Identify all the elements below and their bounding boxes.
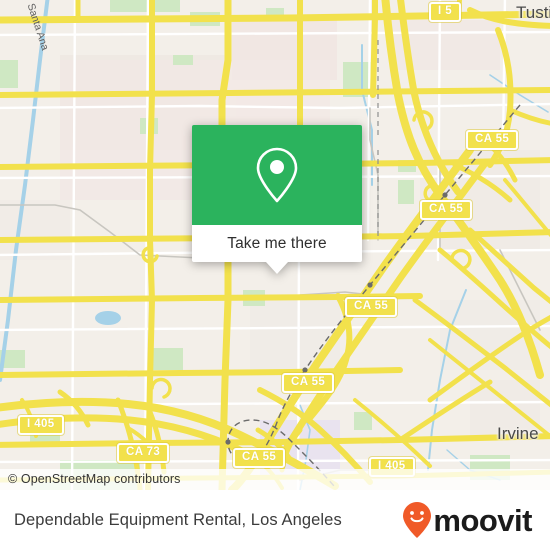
take-me-there-label: Take me there xyxy=(227,234,327,252)
highway-shield-ca55-e[interactable]: CA 55 xyxy=(420,200,473,220)
highway-shield-ca55-sw[interactable]: CA 55 xyxy=(233,448,286,468)
popup-image-panel xyxy=(192,125,362,225)
highway-shield-ca55-c[interactable]: CA 55 xyxy=(345,297,398,317)
map-canvas[interactable]: .rd-major { stroke:#f2e14c; stroke-linec… xyxy=(0,0,550,490)
moovit-brand[interactable]: moovit xyxy=(402,501,532,539)
highway-shield-i405-w[interactable]: I 405 xyxy=(18,415,64,435)
footer-bar: Dependable Equipment Rental, Los Angeles… xyxy=(0,490,550,550)
highway-shield-ca73[interactable]: CA 73 xyxy=(117,443,170,463)
location-popup-card[interactable]: Take me there xyxy=(192,125,362,274)
popup-pointer-tail xyxy=(266,262,288,274)
moovit-smiley-pin-icon xyxy=(403,502,432,538)
place-label-irvine: Irvine xyxy=(497,424,539,443)
moovit-wordmark: moovit xyxy=(433,502,532,538)
footer-place-title: Dependable Equipment Rental, Los Angeles xyxy=(14,510,342,529)
place-label-tustin: Tustin xyxy=(516,3,550,22)
highway-shield-i5[interactable]: I 5 xyxy=(429,2,461,22)
osm-attribution[interactable]: © OpenStreetMap contributors xyxy=(0,469,550,490)
map-pin-icon xyxy=(256,147,298,203)
highway-shield-ca55-s[interactable]: CA 55 xyxy=(282,373,335,393)
map-screenshot: .rd-major { stroke:#f2e14c; stroke-linec… xyxy=(0,0,550,550)
take-me-there-button[interactable]: Take me there xyxy=(192,225,362,262)
highway-shield-ca55-ne[interactable]: CA 55 xyxy=(466,130,519,150)
